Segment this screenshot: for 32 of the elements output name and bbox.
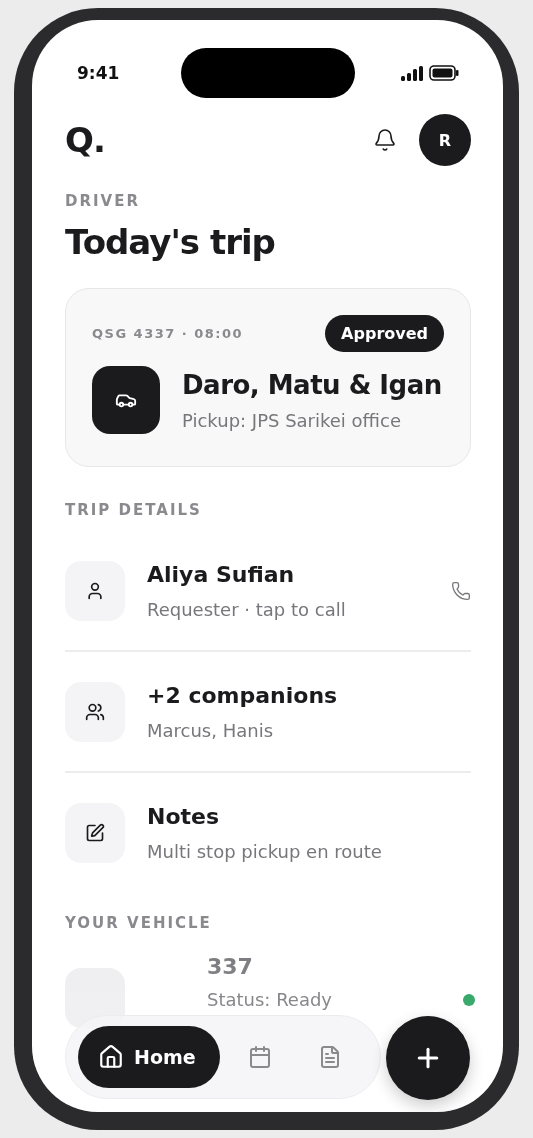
home-tab[interactable]: Home [78, 1026, 220, 1088]
edit-icon [85, 822, 105, 843]
detail-subtitle: Requester · tap to call [147, 598, 347, 620]
detail-title: Notes [147, 803, 221, 829]
detail-subtitle: Marcus, Hanis [147, 719, 275, 741]
people-icon [85, 701, 105, 722]
passenger-names: Daro, Matu & Igan [182, 369, 442, 400]
pickup-location: Pickup: JPS Sarikei office [182, 409, 402, 431]
person-icon [85, 580, 105, 601]
detail-title: +2 companions [147, 682, 339, 708]
status-badge: Approved [325, 315, 444, 352]
trip-card[interactable]: QSG 4337 · 08:00 Approved Daro, Matu & Igan Pickup: JPS Sarikei office [65, 288, 471, 467]
detail-subtitle: Multi stop pickup en route [147, 840, 383, 862]
vehicle-plate: 337 [207, 954, 254, 979]
detail-title: Aliya Sufian [147, 561, 296, 587]
page-title: Today's trip [65, 222, 276, 262]
section-label: DRIVER [65, 192, 141, 210]
signal-icon [401, 65, 423, 81]
add-button[interactable] [386, 1016, 470, 1100]
trip-code: QSG 4337 · 08:00 [92, 326, 244, 341]
vehicle-status: Status: Ready [207, 989, 333, 1010]
user-avatar[interactable]: R [419, 114, 471, 166]
battery-icon [429, 65, 459, 81]
calendar-icon [247, 1045, 272, 1069]
home-icon [98, 1044, 124, 1070]
section-label: TRIP DETAILS [65, 501, 203, 519]
app-logo: Q. [65, 120, 105, 160]
section-label: YOUR VEHICLE [65, 914, 213, 932]
notification-bell-icon[interactable] [373, 128, 397, 152]
status-time: 9:41 [77, 63, 121, 83]
phone-icon[interactable] [451, 580, 471, 601]
status-dot [463, 994, 475, 1006]
